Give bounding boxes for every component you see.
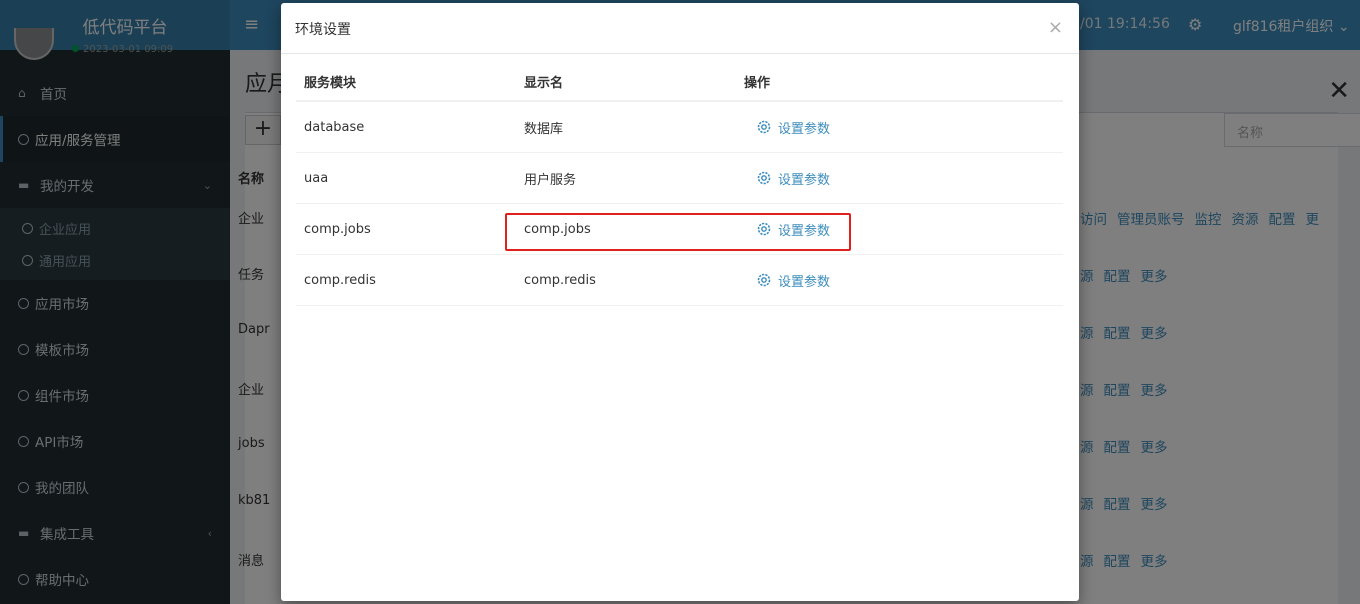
cell-module: comp.jobs [304,221,371,237]
env-settings-modal: 环境设置 × 服务模块 显示名 操作 database 数据库 设置参数 uaa… [281,3,1079,601]
env-table: 服务模块 显示名 操作 database 数据库 设置参数 uaa 用户服务 设… [296,62,1063,306]
cell-display: 数据库 [524,121,564,137]
gear-icon [757,171,771,185]
table-row: comp.redis comp.redis 设置参数 [296,255,1063,306]
cell-module: comp.redis [304,272,376,288]
modal-header: 环境设置 × [281,3,1079,54]
table-row: uaa 用户服务 设置参数 [296,153,1063,204]
cell-display: comp.redis [524,272,596,288]
header-action: 操作 [744,75,771,91]
table-row: comp.jobs comp.jobs 设置参数 [296,204,1063,255]
cell-module: uaa [304,170,329,186]
table-row: database 数据库 设置参数 [296,102,1063,153]
modal-title: 环境设置 [295,22,351,38]
set-params-button[interactable]: 设置参数 [736,118,1056,137]
gear-icon [757,273,771,287]
close-icon[interactable]: × [1048,17,1063,38]
set-params-button[interactable]: 设置参数 [736,271,1056,290]
cell-display: comp.jobs [524,221,591,237]
cell-module: database [304,119,365,135]
set-params-button[interactable]: 设置参数 [736,220,1056,239]
header-display: 显示名 [524,75,564,91]
header-module: 服务模块 [304,75,357,91]
gear-icon [757,120,771,134]
cell-display: 用户服务 [524,172,577,188]
set-params-button[interactable]: 设置参数 [736,169,1056,188]
gear-icon [757,222,771,236]
table-header: 服务模块 显示名 操作 [296,62,1063,102]
